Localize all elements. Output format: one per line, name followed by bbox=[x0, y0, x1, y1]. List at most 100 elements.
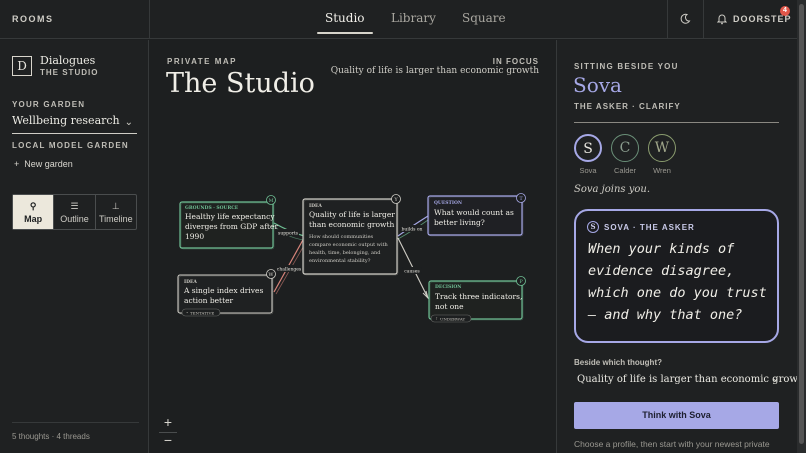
edge-label-builds-on: builds on bbox=[401, 225, 423, 233]
bubble-header: S SOVA · THE ASKER bbox=[587, 221, 695, 233]
node-text-line: Track three indicators, bbox=[435, 292, 522, 301]
logo: D bbox=[12, 56, 32, 76]
view-toggle: ⚲ Map ☰ Outline ⊥ Timeline bbox=[12, 194, 137, 230]
scrollbar-thumb[interactable] bbox=[799, 4, 804, 444]
sidebar: D Dialogues THE STUDIO YOUR GARDEN Wellb… bbox=[0, 40, 149, 453]
node-tag: QUESTION bbox=[434, 200, 462, 206]
timeline-icon: ⊥ bbox=[111, 200, 120, 211]
status-pill-text: TENTATIVE bbox=[190, 310, 214, 315]
node-text-line: diverges from GDP after bbox=[185, 222, 278, 231]
thought-count: 5 thoughts · 4 threads bbox=[12, 432, 90, 441]
svg-text:•: • bbox=[186, 310, 188, 315]
moon-icon[interactable] bbox=[679, 13, 691, 25]
node-text-line: not one bbox=[435, 302, 464, 311]
profile-calder[interactable]: C bbox=[611, 134, 639, 162]
thought-select[interactable]: Quality of life is larger than economic … bbox=[577, 374, 806, 385]
node-text-line: action better bbox=[184, 296, 234, 305]
companion-name: Sova bbox=[573, 73, 622, 97]
node-sub-line: health, time, belonging, and bbox=[309, 250, 381, 256]
thought-node-central[interactable]: Y IDEA Quality of life is larger than ec… bbox=[302, 194, 401, 276]
status-pill-text: UNDERWAY bbox=[440, 316, 466, 321]
edge-label-challenges: challenges bbox=[277, 265, 302, 273]
join-message: Sova joins you. bbox=[574, 184, 651, 195]
notification-badge: 4 bbox=[780, 6, 790, 16]
node-text-line: 1990 bbox=[185, 232, 204, 241]
panel-kicker: SITTING BESIDE YOU bbox=[574, 62, 679, 71]
tab-library[interactable]: Library bbox=[391, 11, 436, 25]
sova-avatar-icon: S bbox=[587, 221, 599, 233]
node-text-line: A single index drives bbox=[183, 286, 263, 295]
garden-label: YOUR GARDEN bbox=[12, 100, 86, 109]
zoom-in-button[interactable]: + bbox=[159, 414, 177, 432]
divider bbox=[574, 122, 779, 123]
view-timeline-label: Timeline bbox=[98, 213, 133, 224]
thought-map: supports challenges builds on causes M G… bbox=[177, 193, 526, 323]
garden-select-value: Wellbeing research bbox=[12, 114, 120, 127]
edge-label-builds-on-text: builds on bbox=[402, 227, 423, 233]
view-timeline-button[interactable]: ⊥ Timeline bbox=[96, 195, 136, 229]
node-tag: IDEA bbox=[184, 279, 197, 285]
top-bar: ROOMS Studio Library Square DOORSTEP 4 bbox=[0, 0, 797, 39]
view-outline-button[interactable]: ☰ Outline bbox=[54, 195, 96, 229]
edge-label-causes: causes bbox=[402, 267, 422, 275]
node-text-line: What would count as bbox=[434, 208, 514, 217]
profile-wren[interactable]: W bbox=[648, 134, 676, 162]
node-text-line: Quality of life is larger bbox=[309, 210, 395, 219]
scrollbar[interactable] bbox=[797, 0, 806, 453]
divider bbox=[159, 432, 177, 433]
node-tag: GROUNDS · SOURCE bbox=[185, 205, 239, 211]
new-garden-label: New garden bbox=[24, 159, 73, 169]
bubble-header-label: SOVA · THE ASKER bbox=[604, 222, 695, 232]
node-text-line: than economic growth bbox=[309, 220, 394, 229]
companion-role: THE ASKER · CLARIFY bbox=[574, 102, 681, 111]
node-sub-line: How should communities bbox=[309, 234, 374, 240]
tab-studio[interactable]: Studio bbox=[317, 11, 372, 34]
map-icon: ⚲ bbox=[29, 200, 37, 211]
svg-text:↑: ↑ bbox=[435, 316, 438, 321]
divider bbox=[667, 0, 668, 39]
zoom-out-button[interactable]: − bbox=[159, 432, 177, 450]
chevron-down-icon: ⌄ bbox=[771, 374, 779, 384]
profile-wren-name: Wren bbox=[653, 166, 671, 175]
bell-icon bbox=[717, 14, 727, 25]
view-outline-label: Outline bbox=[60, 213, 89, 224]
node-sub-line: compare economic output with bbox=[309, 242, 389, 248]
beside-label: Beside which thought? bbox=[574, 358, 662, 367]
brand-title: Dialogues bbox=[40, 54, 96, 67]
node-tag: DECISION bbox=[435, 284, 461, 290]
thought-node-decision[interactable]: P DECISION Track three indicators, not o… bbox=[428, 276, 526, 323]
node-text-line: Healthy life expectancy bbox=[185, 212, 275, 221]
edge-label-supports-text: supports bbox=[278, 231, 299, 237]
thought-node-single-index[interactable]: W IDEA A single index drives action bett… bbox=[177, 269, 276, 317]
divider bbox=[149, 0, 150, 39]
think-button[interactable]: Think with Sova bbox=[574, 402, 779, 429]
node-badge-letter: M bbox=[268, 198, 273, 204]
divider bbox=[703, 0, 704, 39]
plus-icon: + bbox=[14, 159, 20, 169]
tab-square[interactable]: Square bbox=[462, 11, 506, 25]
profile-sova[interactable]: S bbox=[574, 134, 602, 162]
view-map-label: Map bbox=[24, 213, 43, 224]
brand-subtitle: THE STUDIO bbox=[40, 68, 99, 77]
new-garden-button[interactable]: + New garden bbox=[14, 159, 73, 169]
profile-calder-name: Calder bbox=[613, 166, 637, 175]
view-map-button[interactable]: ⚲ Map bbox=[13, 195, 55, 229]
node-sub-line: environmental stability? bbox=[309, 258, 371, 264]
rooms-label[interactable]: ROOMS bbox=[12, 14, 54, 24]
outline-icon: ☰ bbox=[70, 200, 79, 211]
thought-node-question[interactable]: T QUESTION What would count as better li… bbox=[427, 193, 526, 237]
profile-sova-name: Sova bbox=[579, 166, 597, 175]
question-bubble: S SOVA · THE ASKER When your kinds of ev… bbox=[574, 209, 779, 343]
zoom-controls: + − bbox=[159, 414, 177, 450]
edge-label-challenges-text: challenges bbox=[277, 267, 302, 273]
chevron-down-icon: ⌄ bbox=[124, 117, 133, 128]
companion-panel: SITTING BESIDE YOU Sova THE ASKER · CLAR… bbox=[557, 40, 806, 453]
node-badge-letter: W bbox=[268, 272, 274, 278]
divider bbox=[12, 422, 139, 423]
local-garden-label[interactable]: LOCAL MODEL GARDEN bbox=[12, 141, 129, 150]
node-tag: IDEA bbox=[309, 203, 322, 209]
garden-select[interactable]: Wellbeing research ⌄ bbox=[12, 114, 137, 134]
edge-label-supports: supports bbox=[277, 229, 299, 237]
thought-node-grounds[interactable]: M GROUNDS · SOURCE Healthy life expectan… bbox=[179, 195, 278, 250]
question-text: When your kinds of evidence disagree, wh… bbox=[588, 241, 767, 323]
